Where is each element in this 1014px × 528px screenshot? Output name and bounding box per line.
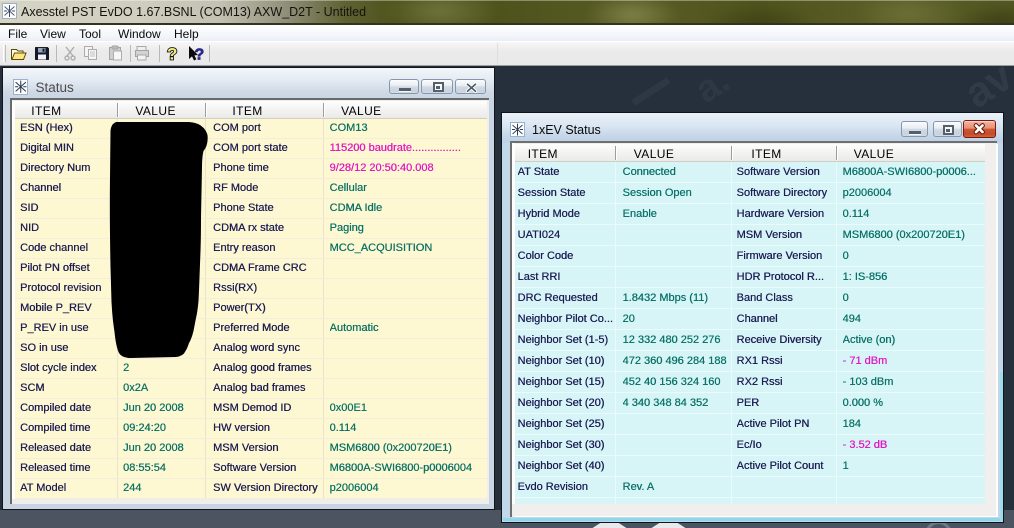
svg-text:?: ? [195,47,205,64]
svg-text:?: ? [167,45,177,64]
